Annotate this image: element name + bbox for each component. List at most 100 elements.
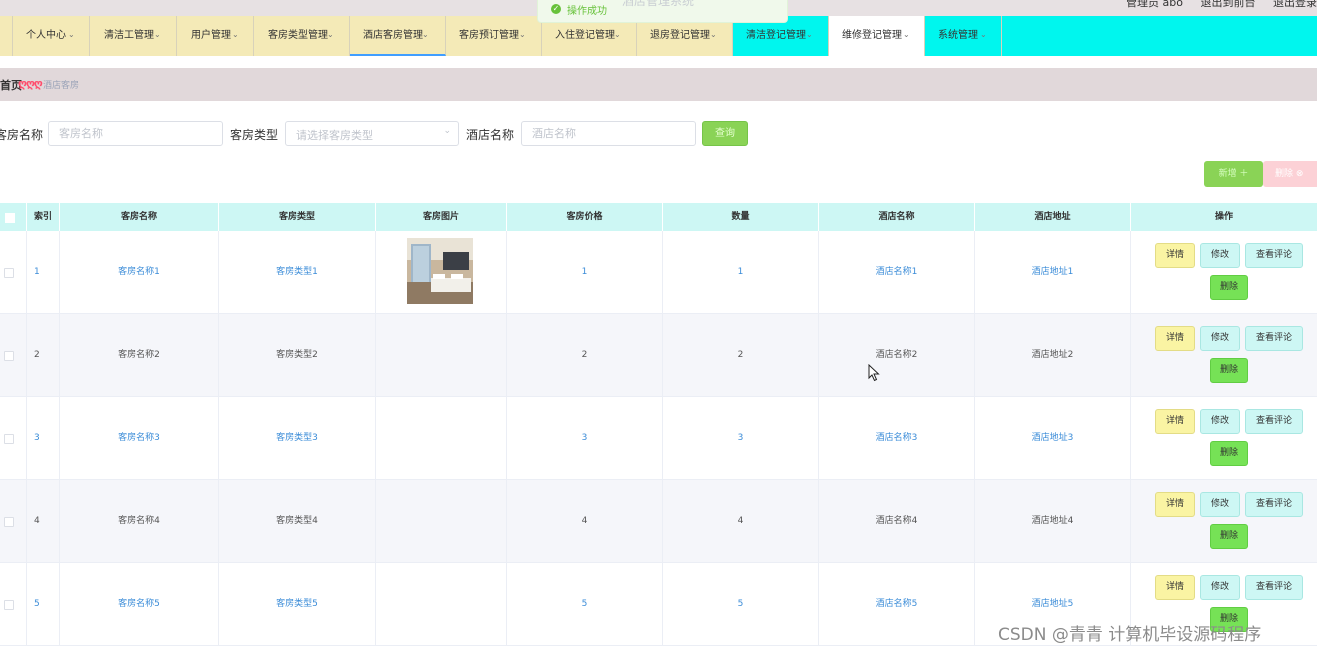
add-button[interactable]: 新增 ＋: [1204, 161, 1263, 187]
header-room-type: 客房类型: [219, 203, 376, 231]
chevron-down-icon: ⌄: [443, 126, 451, 136]
cell-room-name: 客房名称1: [60, 231, 219, 314]
breadcrumb: 首页 ღღღ 酒店客房: [0, 68, 1317, 101]
cell-index: 2: [27, 314, 60, 397]
cell-room-type: 客房类型2: [219, 314, 376, 397]
room-type-label: 客房类型: [230, 128, 279, 142]
view-reviews-button[interactable]: 查看评论: [1245, 492, 1303, 517]
nav-left-edge: [0, 16, 13, 56]
row-checkbox[interactable]: [4, 434, 14, 444]
batch-delete-button[interactable]: 删除 ⊗: [1263, 161, 1317, 187]
view-reviews-button[interactable]: 查看评论: [1245, 243, 1303, 268]
breadcrumb-current: 酒店客房: [43, 81, 80, 91]
chevron-down-icon: ⌄: [154, 30, 161, 39]
cell-hotel-name: 酒店名称5: [819, 563, 975, 646]
room-photo: [407, 238, 473, 304]
cell-room-price: 1: [507, 231, 663, 314]
cell-room-price: 5: [507, 563, 663, 646]
check-icon: ✓: [551, 4, 561, 14]
row-checkbox[interactable]: [4, 600, 14, 610]
room-name-label: 客房名称: [0, 128, 44, 142]
nav-item-system[interactable]: 系统管理 ⌄: [925, 16, 1002, 56]
cell-room-type: 客房类型5: [219, 563, 376, 646]
success-toast: ✓ 操作成功 酒店管理系统: [537, 0, 788, 23]
row-checkbox[interactable]: [4, 268, 14, 278]
cell-select: [0, 314, 27, 397]
chevron-down-icon: ⌄: [806, 30, 813, 39]
room-type-select[interactable]: 请选择客房类型 ⌄: [285, 121, 459, 146]
nav-item-users[interactable]: 用户管理 ⌄: [177, 16, 254, 56]
chevron-down-icon: ⌄: [327, 30, 334, 39]
cell-room-type: 客房类型1: [219, 231, 376, 314]
detail-button[interactable]: 详情: [1155, 326, 1195, 351]
cell-room-name: 客房名称4: [60, 480, 219, 563]
cell-hotel-address: 酒店地址1: [975, 231, 1131, 314]
hotel-name-input[interactable]: [521, 121, 696, 146]
table-row: 1 客房名称1 客房类型1 1 1 酒店名称1 酒店地址1 详情 修改 查看评论 删除: [0, 231, 1317, 314]
nav-item-bookings[interactable]: 客房预订管理 ⌄: [446, 16, 542, 56]
cell-room-image: [376, 563, 507, 646]
cell-select: [0, 397, 27, 480]
view-reviews-button[interactable]: 查看评论: [1245, 326, 1303, 351]
delete-button[interactable]: 删除: [1210, 524, 1248, 549]
edit-button[interactable]: 修改: [1200, 243, 1240, 268]
cell-select: [0, 231, 27, 314]
cell-actions: 详情 修改 查看评论删除: [1131, 480, 1317, 563]
breadcrumb-separator-icon: ღღღ: [18, 77, 43, 90]
cell-room-image: [376, 314, 507, 397]
delete-button[interactable]: 删除: [1210, 358, 1248, 383]
nav-item-label: 用户管理: [191, 30, 231, 41]
query-button[interactable]: 查询: [702, 121, 748, 146]
room-name-input[interactable]: [48, 121, 223, 146]
cell-hotel-address: 酒店地址4: [975, 480, 1131, 563]
cell-room-name: 客房名称3: [60, 397, 219, 480]
header-room-price: 客房价格: [507, 203, 663, 231]
cell-actions: 详情 修改 查看评论删除: [1131, 314, 1317, 397]
chevron-down-icon: ⌄: [232, 30, 239, 39]
cell-quantity: 4: [663, 480, 819, 563]
view-reviews-button[interactable]: 查看评论: [1245, 575, 1303, 600]
hotel-name-label: 酒店名称: [466, 128, 515, 142]
cell-actions: 详情 修改 查看评论删除: [1131, 397, 1317, 480]
cell-select: [0, 563, 27, 646]
nav-item-profile[interactable]: 个人中心 ⌄: [13, 16, 90, 56]
detail-button[interactable]: 详情: [1155, 409, 1195, 434]
detail-button[interactable]: 详情: [1155, 243, 1195, 268]
chevron-down-icon: ⌄: [519, 30, 526, 39]
cell-quantity: 1: [663, 231, 819, 314]
header-hotel-name: 酒店名称: [819, 203, 975, 231]
detail-button[interactable]: 详情: [1155, 492, 1195, 517]
view-reviews-button[interactable]: 查看评论: [1245, 409, 1303, 434]
exit-to-front-link[interactable]: 退出到前台: [1201, 0, 1256, 9]
detail-button[interactable]: 详情: [1155, 575, 1195, 600]
cell-hotel-name: 酒店名称4: [819, 480, 975, 563]
cell-hotel-address: 酒店地址3: [975, 397, 1131, 480]
logout-link[interactable]: 退出登录: [1273, 0, 1317, 9]
header-quantity: 数量: [663, 203, 819, 231]
nav-item-label: 个人中心: [26, 30, 66, 41]
row-checkbox[interactable]: [4, 351, 14, 361]
table-header: 索引 客房名称 客房类型 客房图片 客房价格 数量 酒店名称 酒店地址 操作: [0, 203, 1317, 231]
header-room-image: 客房图片: [376, 203, 507, 231]
cell-index: 4: [27, 480, 60, 563]
cell-quantity: 5: [663, 563, 819, 646]
edit-button[interactable]: 修改: [1200, 326, 1240, 351]
nav-item-room-types[interactable]: 客房类型管理 ⌄: [254, 16, 350, 56]
cell-room-price: 3: [507, 397, 663, 480]
edit-button[interactable]: 修改: [1200, 492, 1240, 517]
nav-item-hotel-rooms[interactable]: 酒店客房管理 ⌄: [350, 16, 446, 56]
delete-button[interactable]: 删除: [1210, 441, 1248, 466]
edit-button[interactable]: 修改: [1200, 409, 1240, 434]
cell-quantity: 2: [663, 314, 819, 397]
edit-button[interactable]: 修改: [1200, 575, 1240, 600]
cell-index: 1: [27, 231, 60, 314]
chevron-down-icon: ⌄: [68, 30, 75, 39]
row-checkbox[interactable]: [4, 517, 14, 527]
cell-index: 3: [27, 397, 60, 480]
nav-item-cleaner[interactable]: 清洁工管理 ⌄: [90, 16, 177, 56]
system-title: 酒店管理系统: [622, 0, 695, 8]
cell-hotel-name: 酒店名称1: [819, 231, 975, 314]
select-all-checkbox[interactable]: [5, 213, 15, 223]
delete-button[interactable]: 删除: [1210, 275, 1248, 300]
nav-item-repair[interactable]: 维修登记管理 ⌄: [829, 16, 925, 56]
